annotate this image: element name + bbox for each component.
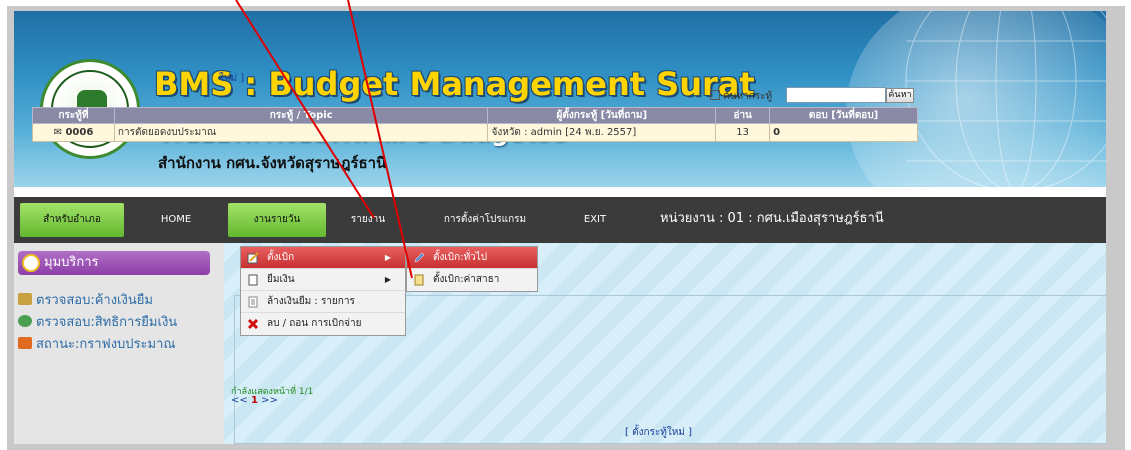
menu-item-clear-loan[interactable]: ล้างเงินยืม : รายการ xyxy=(241,291,405,313)
menu-item-label: ล้างเงินยืม : รายการ xyxy=(267,296,355,307)
header-banner: BMS : Budget Management Surat ระบบบริหาร… xyxy=(14,11,1106,187)
topic-poster: จังหวัด : admin [24 พ.ย. 2557] xyxy=(487,123,717,142)
menu-item-delete-withdraw[interactable]: ลบ / ถอน การเบิกจ่าย xyxy=(241,313,405,335)
topic-id-cell: ✉ 0006 xyxy=(32,123,115,142)
menu-item-label: ตั้งเบิก xyxy=(267,252,295,263)
nav-exit[interactable]: EXIT xyxy=(570,203,620,237)
pager-prev[interactable]: << xyxy=(231,395,248,406)
pager: << 1 >> xyxy=(231,395,278,406)
col-reads: อ่าน xyxy=(715,107,771,124)
menu-item-borrow[interactable]: ยืมเงิน ▶ xyxy=(241,269,405,291)
sidebar: มุมบริการ ตรวจสอบ:ค้างเงินยืม ตรวจสอบ:สิ… xyxy=(14,243,224,444)
menu-item-label: ลบ / ถอน การเบิกจ่าย xyxy=(267,318,362,329)
search-label: ค้นหากระทู้ xyxy=(710,89,772,104)
sidebar-link-loan-rights[interactable]: ตรวจสอบ:สิทธิการยืมเงิน xyxy=(18,311,177,332)
menu-item-label: ตั้งเบิก:ค่าสาธา xyxy=(433,274,500,285)
col-topic: กระทู้ / Topic xyxy=(113,107,489,124)
nav-reports[interactable]: รายงาน xyxy=(330,203,406,237)
submenu-arrow-icon: ▶ xyxy=(384,275,391,284)
col-poster: ผู้ตั้งกระทู้ [วันที่ถาม] xyxy=(487,107,717,124)
org-name: สำนักงาน กศน.จังหวัดสุราษฎร์ธานี xyxy=(158,154,387,172)
col-topic-id: กระทู้ที่ xyxy=(32,107,115,124)
search-label-text: ค้นหากระทู้ xyxy=(723,91,773,102)
new-topic-link-bottom[interactable]: [ ตั้งกระทู้ใหม่ ] xyxy=(625,425,692,440)
document-icon xyxy=(248,274,258,286)
pager-next[interactable]: >> xyxy=(261,395,278,406)
topic-link[interactable]: การตัดยอดงบประมาณ xyxy=(113,123,489,142)
disbursement-submenu: ตั้งเบิก:ทั่วไป ตั้งเบิก:ค่าสาธา xyxy=(406,246,538,292)
sidebar-link-label: สถานะ:กราฟงบประมาณ xyxy=(36,337,176,352)
pencil-icon xyxy=(247,252,259,264)
search-input[interactable] xyxy=(786,87,886,103)
sidebar-link-label: ตรวจสอบ:ค้างเงินยืม xyxy=(36,293,153,308)
money-bag-icon xyxy=(18,293,32,305)
list-icon xyxy=(248,296,258,308)
table-row: ✉ 0006 การตัดยอดงบประมาณ จังหวัด : admin… xyxy=(32,123,918,142)
envelope-icon: ✉ xyxy=(53,127,66,138)
menu-item-disbursement[interactable]: ตั้งเบิก ▶ xyxy=(241,247,405,269)
sidebar-link-label: ตรวจสอบ:สิทธิการยืมเงิน xyxy=(36,315,178,330)
submenu-arrow-icon: ▶ xyxy=(384,253,391,262)
sidebar-link-outstanding-loans[interactable]: ตรวจสอบ:ค้างเงินยืม xyxy=(18,289,153,310)
sidebar-heading-label: มุมบริการ xyxy=(44,255,99,270)
delete-x-icon xyxy=(247,318,259,330)
pager-current[interactable]: 1 xyxy=(251,395,258,406)
service-icon xyxy=(22,254,40,272)
menu-item-general-disbursement[interactable]: ตั้งเบิก:ทั่วไป xyxy=(407,247,537,269)
edit-icon xyxy=(414,252,425,263)
globe-icon xyxy=(18,315,32,327)
new-topic-link-top[interactable]: ใหม่ ] xyxy=(219,71,244,86)
sidebar-link-budget-graph[interactable]: สถานะ:กราฟงบประมาณ xyxy=(18,333,175,354)
search-icon xyxy=(710,90,720,100)
nav-home[interactable]: HOME xyxy=(146,203,206,237)
topic-replies: 0 xyxy=(769,123,918,142)
daily-work-dropdown: ตั้งเบิก ▶ ยืมเงิน ▶ ล้างเงินยืม : รายกา… xyxy=(240,246,406,336)
unit-label: หน่วยงาน : 01 : กศน.เมืองสุราษฎร์ธานี xyxy=(660,211,884,226)
page-frame: BMS : Budget Management Surat ระบบบริหาร… xyxy=(14,11,1106,444)
topic-reads: 13 xyxy=(715,123,771,142)
topic-id: 0006 xyxy=(65,127,94,138)
search-button[interactable]: ค้นหา xyxy=(886,88,914,103)
nav-daily-work[interactable]: งานรายวัน xyxy=(228,203,326,237)
menu-item-utilities-disbursement[interactable]: ตั้งเบิก:ค่าสาธา xyxy=(407,269,537,291)
topics-table: กระทู้ที่ กระทู้ / Topic ผู้ตั้งกระทู้ [… xyxy=(32,107,918,142)
menu-item-label: ยืมเงิน xyxy=(267,274,295,285)
notepad-icon xyxy=(414,274,424,286)
nav-district[interactable]: สำหรับอำเภอ xyxy=(20,203,124,237)
nav-settings[interactable]: การตั้งค่าโปรแกรม xyxy=(428,203,542,237)
col-replies: ตอบ [วันที่ตอบ] xyxy=(769,107,918,124)
main-nav: สำหรับอำเภอ HOME งานรายวัน รายงาน การตั้… xyxy=(14,197,1106,243)
chart-icon xyxy=(18,337,32,349)
sidebar-heading: มุมบริการ xyxy=(18,251,210,275)
menu-item-label: ตั้งเบิก:ทั่วไป xyxy=(433,252,488,263)
